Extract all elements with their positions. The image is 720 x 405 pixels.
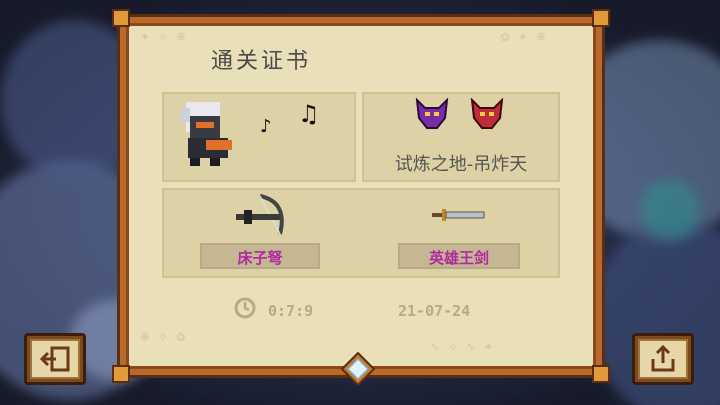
gem-ornament [341,352,375,386]
sword-icon [432,209,485,221]
decor-pattern: ❋ ✧ ✿ [140,330,188,344]
decor-pattern: ✿ ✦ ❋ [500,30,548,44]
demon-mask-red-icon [470,98,504,129]
share-button[interactable] [632,333,694,385]
demon-mask-purple-icon [415,98,449,129]
hero-avatar [180,102,232,166]
crossbow-icon [236,194,284,235]
stage-name: 试炼之地-吊炸天 [394,154,528,175]
clock-icon [234,297,256,319]
clear-date: 21-07-24 [398,302,471,320]
weapon-label: 床子弩 [200,243,320,269]
exit-button[interactable] [24,333,86,385]
decor-pattern: ∿ ✧ ∿ ✦ [430,340,496,354]
certificate-title: 通关证书 [210,49,311,74]
music-note-icon: ♫ [298,100,320,128]
weapon-label: 英雄王剑 [398,243,520,269]
music-note-icon: ♪ [260,116,272,137]
exit-icon [40,346,70,372]
share-icon [651,345,675,372]
clear-time: 0:7:9 [268,302,314,320]
decor-pattern: ✦ ✧ ❋ [140,30,188,44]
